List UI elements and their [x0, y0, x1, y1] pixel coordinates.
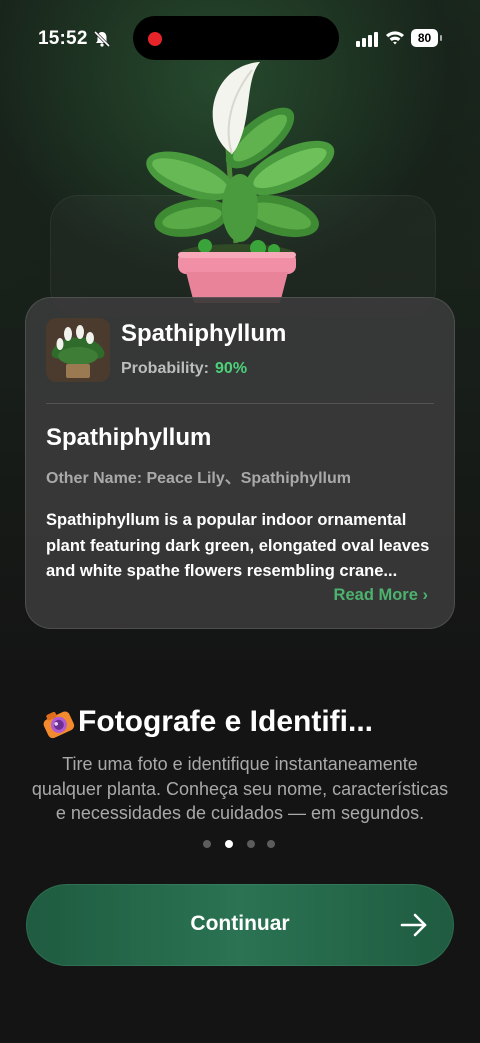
plant-description-text: Spathiphyllum is a popular indoor orname… [46, 511, 430, 580]
read-more-link[interactable]: Read More › [334, 586, 428, 605]
onboarding-subtitle: Tire uma foto e identifique instantaneam… [31, 754, 449, 823]
wifi-icon [386, 31, 404, 45]
arrow-right-icon [400, 913, 427, 937]
page-dot-4[interactable] [267, 840, 275, 848]
continue-button-label: Continuar [190, 912, 290, 935]
plant-description: Spathiphyllum is a popular indoor orname… [46, 508, 438, 585]
camera-emoji-icon [43, 711, 75, 739]
bell-muted-icon [93, 30, 111, 48]
plant-name: Spathiphyllum [121, 320, 287, 347]
continue-button[interactable]: Continuar [26, 884, 454, 966]
battery-icon: 80 [411, 29, 438, 47]
probability: Probability: 90% [121, 360, 247, 378]
status-time: 15:52 [38, 28, 88, 49]
dynamic-island [133, 16, 339, 60]
recording-dot-icon [148, 32, 162, 46]
onboarding-headline: Fotografe e Identifi... [40, 703, 450, 745]
probability-value: 90% [215, 360, 248, 377]
identification-result-card[interactable]: Spathiphyllum Probability: 90% Spathiphyl… [25, 297, 455, 629]
plant-thumbnail [46, 318, 110, 382]
page-dot-1[interactable] [203, 840, 211, 848]
battery-tip [440, 35, 442, 41]
signal-icon [356, 31, 378, 47]
probability-label: Probability: [121, 360, 210, 377]
card-divider [46, 403, 434, 404]
page-dot-3[interactable] [247, 840, 255, 848]
page-title: Fotografe e Identifi... [78, 705, 374, 738]
other-name: Other Name: Peace Lily、Spathiphyllum [46, 470, 351, 487]
page-indicator [203, 840, 283, 850]
read-more-label: Read More [333, 586, 418, 604]
peace-lily-plant-illustration [146, 62, 335, 303]
page-dot-2-active[interactable] [225, 840, 233, 848]
chevron-right-icon: › [422, 586, 429, 604]
scientific-name: Spathiphyllum [46, 424, 212, 451]
